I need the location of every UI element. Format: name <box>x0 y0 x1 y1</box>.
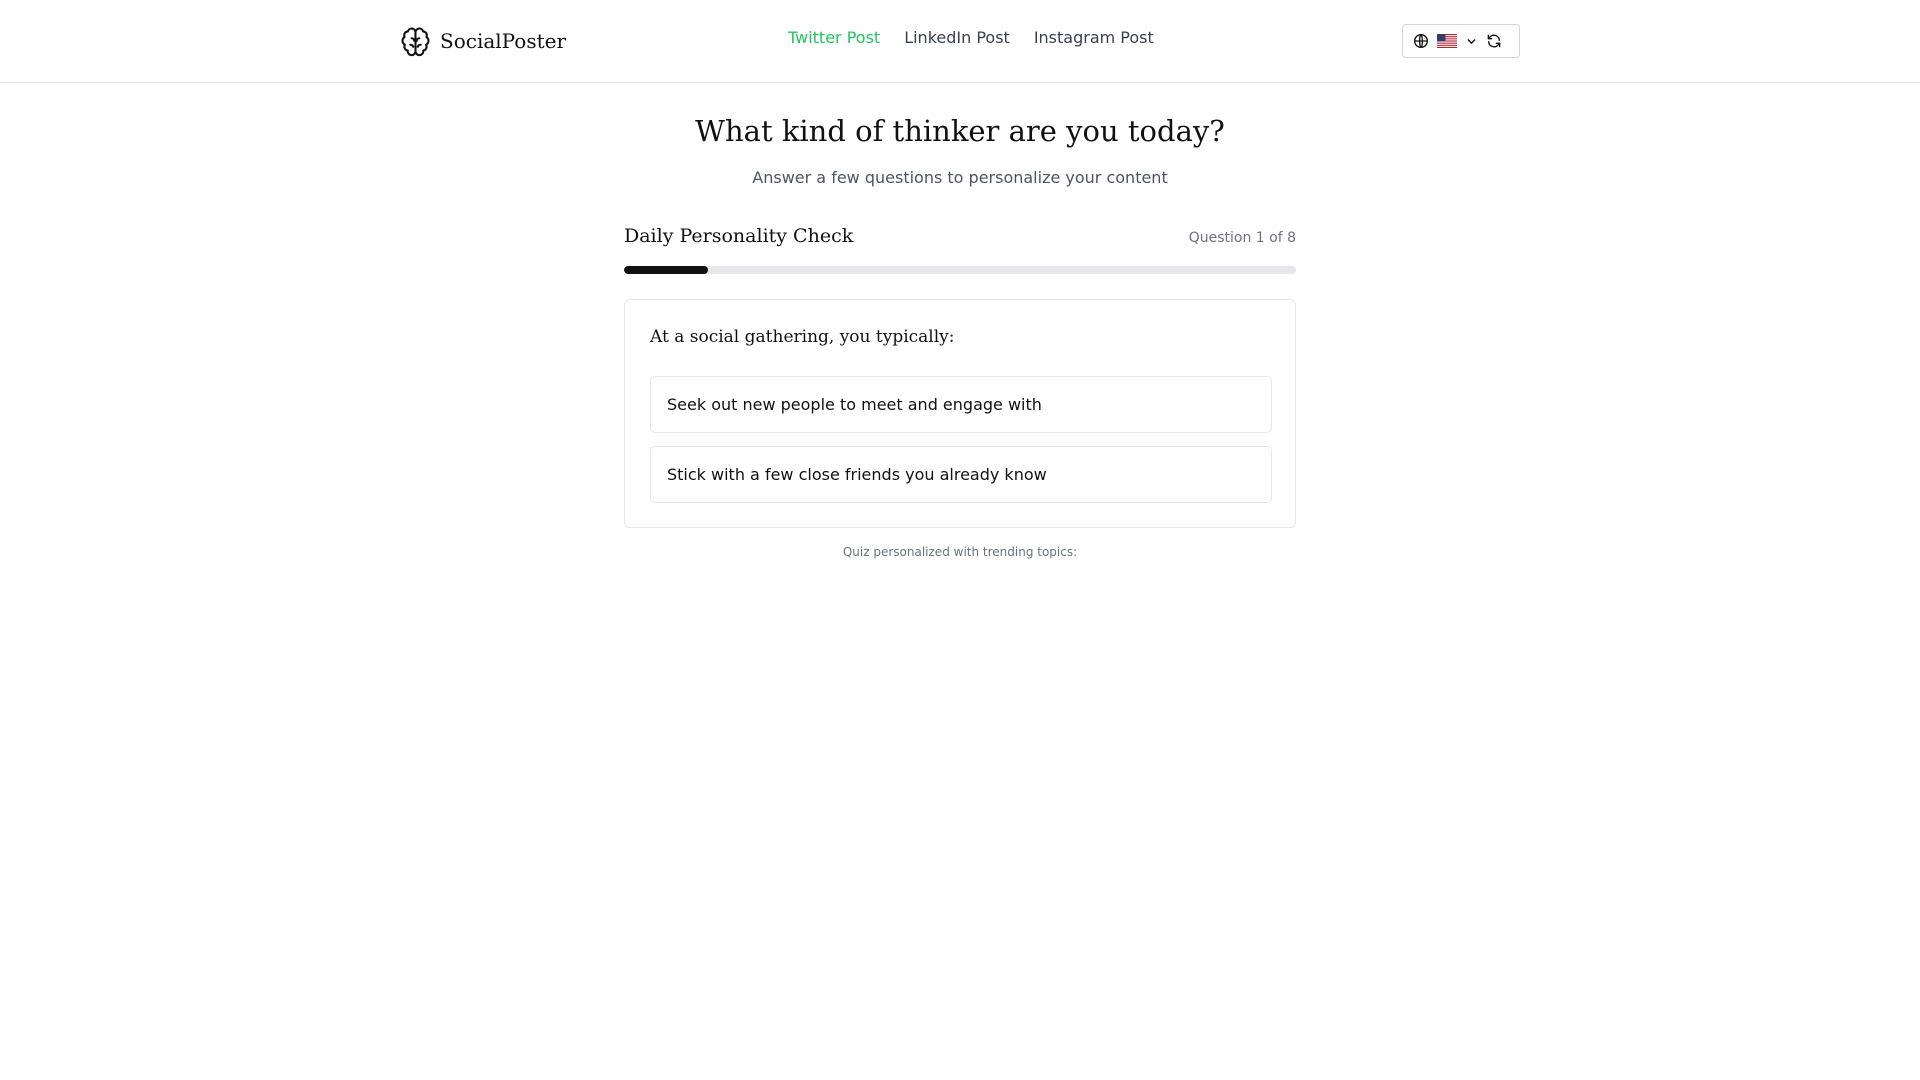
question-counter: Question 1 of 8 <box>1188 230 1296 246</box>
refresh-icon[interactable] <box>1486 33 1502 49</box>
chevron-down-icon[interactable] <box>1465 35 1478 48</box>
page-subtitle: Answer a few questions to personalize yo… <box>752 168 1168 187</box>
nav-twitter-post[interactable]: Twitter Post <box>788 28 880 47</box>
globe-icon[interactable] <box>1413 33 1429 49</box>
brain-icon <box>401 27 430 56</box>
us-flag-icon[interactable] <box>1437 34 1457 48</box>
quiz-header: Daily Personality Check Question 1 of 8 <box>624 225 1296 251</box>
question-card: At a social gathering, you typically: Se… <box>624 299 1296 528</box>
progress-bar <box>624 266 1296 274</box>
quiz-title: Daily Personality Check <box>624 225 854 247</box>
trending-topics-note: Quiz personalized with trending topics: <box>842 545 1078 559</box>
answer-option-1[interactable]: Seek out new people to meet and engage w… <box>650 376 1272 433</box>
main-nav: Twitter Post LinkedIn Post Instagram Pos… <box>788 28 1154 47</box>
nav-instagram-post[interactable]: Instagram Post <box>1034 28 1154 47</box>
answer-option-2[interactable]: Stick with a few close friends you alrea… <box>650 446 1272 503</box>
app-header: SocialPoster Twitter Post LinkedIn Post … <box>0 0 1920 83</box>
page-title: What kind of thinker are you today? <box>695 114 1225 148</box>
brand-name: SocialPoster <box>440 29 567 53</box>
nav-linkedin-post[interactable]: LinkedIn Post <box>904 28 1010 47</box>
brand[interactable]: SocialPoster <box>400 24 566 58</box>
question-text: At a social gathering, you typically: <box>650 327 955 347</box>
language-selector <box>1402 24 1520 58</box>
progress-fill <box>624 266 708 274</box>
